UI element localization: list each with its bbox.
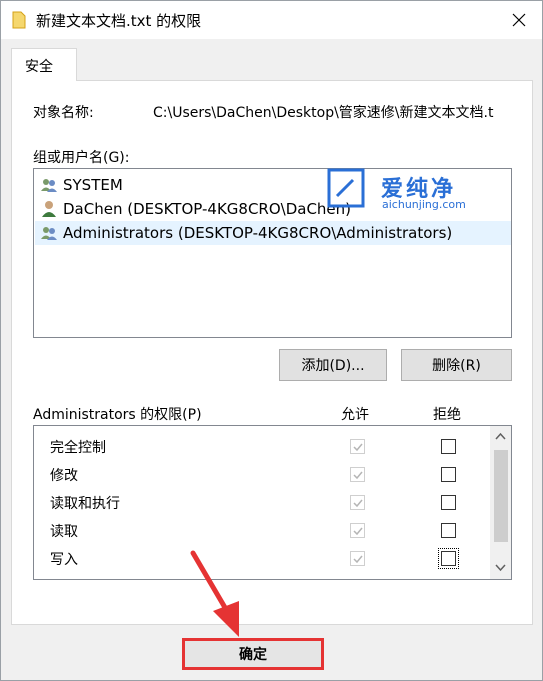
permission-row: 读取和执行 (50, 492, 120, 514)
permission-row: 修改 (50, 464, 78, 486)
allow-checkbox (350, 439, 365, 454)
check-icon (353, 471, 363, 480)
list-item-label: SYSTEM (63, 176, 123, 194)
users-icon (41, 179, 57, 192)
deny-checkbox[interactable] (441, 495, 456, 510)
permissions-label: Administrators 的权限(P) (33, 407, 202, 423)
tab-security-label: 安全 (25, 59, 53, 75)
object-name-value: C:\Users\DaChen\Desktop\管家速修\新建文本文档.t (153, 105, 494, 121)
window-title: 新建文本文档.txt 的权限 (36, 12, 202, 30)
allow-checkbox (350, 467, 365, 482)
chevron-up-icon[interactable] (495, 432, 506, 440)
list-item[interactable]: Administrators (DESKTOP-4KG8CRO\Administ… (35, 221, 511, 245)
file-icon (12, 11, 26, 29)
check-icon (353, 555, 363, 564)
permission-label: 修改 (50, 468, 78, 484)
permission-label: 完全控制 (50, 440, 106, 456)
deny-header: 拒绝 (433, 407, 461, 423)
check-icon (353, 443, 363, 452)
close-button[interactable] (496, 1, 542, 39)
ok-button[interactable]: 确定 (182, 638, 324, 670)
allow-checkbox (350, 523, 365, 538)
permission-row: 写入 (50, 548, 78, 570)
deny-checkbox[interactable] (441, 439, 456, 454)
scrollbar-thumb[interactable] (494, 450, 508, 542)
arrow-annotation-icon (190, 550, 239, 637)
permissions-list: 完全控制 修改 读取和执行 读取 写入 (33, 425, 512, 580)
tab-security[interactable]: 安全 (11, 48, 77, 81)
user-icon (42, 201, 56, 217)
allow-header: 允许 (341, 407, 369, 423)
add-button[interactable]: 添加(D)... (279, 349, 387, 381)
chevron-down-icon[interactable] (495, 564, 506, 572)
permission-row: 读取 (50, 520, 78, 542)
list-item-label: Administrators (DESKTOP-4KG8CRO\Administ… (63, 224, 453, 242)
close-icon (512, 13, 526, 27)
remove-button[interactable]: 删除(R) (401, 349, 512, 381)
title-bar: 新建文本文档.txt 的权限 (1, 1, 542, 39)
permission-label: 读取和执行 (50, 496, 120, 512)
allow-checkbox (350, 551, 365, 566)
permission-label: 写入 (50, 552, 78, 568)
groups-label: 组或用户名(G): (33, 150, 130, 166)
allow-checkbox (350, 495, 365, 510)
deny-checkbox[interactable] (441, 523, 456, 538)
permission-label: 读取 (50, 524, 78, 540)
users-icon (41, 227, 57, 240)
check-icon (353, 499, 363, 508)
permission-row: 完全控制 (50, 436, 106, 458)
deny-checkbox[interactable] (438, 548, 459, 569)
check-icon (353, 527, 363, 536)
permissions-dialog: 新建文本文档.txt 的权限 安全 对象名称: C:\Users\DaChen\… (0, 0, 543, 681)
object-name-label: 对象名称: (33, 105, 94, 121)
watermark-subtext: aichunjing.com (382, 198, 466, 211)
list-item-label: DaChen (DESKTOP-4KG8CRO\DaChen) (63, 200, 352, 218)
deny-checkbox[interactable] (441, 467, 456, 482)
